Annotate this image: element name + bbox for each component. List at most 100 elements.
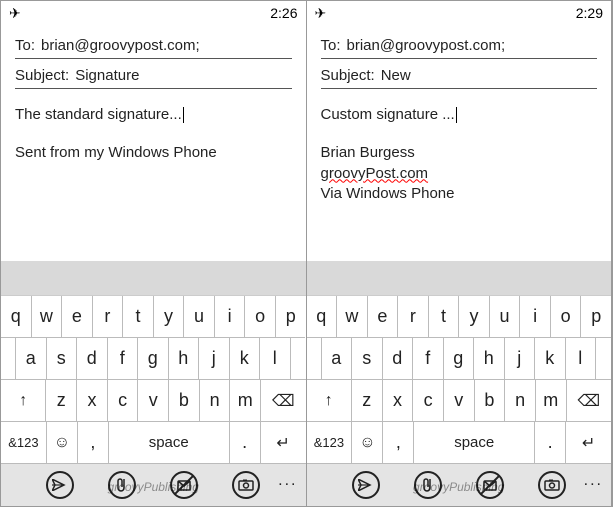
key-a[interactable]: a: [16, 338, 47, 380]
kb-row-2: a s d f g h j k l: [1, 338, 306, 380]
key-e[interactable]: e: [62, 296, 93, 338]
camera-button[interactable]: [538, 471, 566, 499]
camera-button[interactable]: [232, 471, 260, 499]
key-r[interactable]: r: [398, 296, 429, 338]
key-d[interactable]: d: [383, 338, 414, 380]
key-space[interactable]: space: [414, 422, 535, 464]
key-t[interactable]: t: [429, 296, 460, 338]
key-u[interactable]: u: [184, 296, 215, 338]
key-u[interactable]: u: [490, 296, 521, 338]
key-w[interactable]: w: [337, 296, 368, 338]
key-p[interactable]: p: [581, 296, 611, 338]
key-c[interactable]: c: [108, 380, 139, 422]
kb-row-2: a s d f g h j k l: [307, 338, 612, 380]
key-l[interactable]: l: [260, 338, 291, 380]
key-comma[interactable]: ,: [78, 422, 109, 464]
key-t[interactable]: t: [123, 296, 154, 338]
key-f[interactable]: f: [108, 338, 139, 380]
phone-right: ✈ 2:29 To: brian@groovypost.com; Subject…: [307, 1, 613, 506]
key-k[interactable]: k: [230, 338, 261, 380]
airplane-icon: ✈: [9, 5, 21, 22]
key-a[interactable]: a: [322, 338, 353, 380]
key-shift[interactable]: ↑: [307, 380, 352, 422]
key-j[interactable]: j: [199, 338, 230, 380]
key-i[interactable]: i: [215, 296, 246, 338]
key-q[interactable]: q: [1, 296, 32, 338]
suggestion-bar[interactable]: [1, 261, 306, 295]
attach-button[interactable]: [414, 471, 442, 499]
key-g[interactable]: g: [444, 338, 475, 380]
key-backspace[interactable]: ⌫: [567, 380, 611, 422]
signature-line: Brian Burgess: [321, 143, 598, 163]
signature-block: Brian Burgess groovyPost.com Via Windows…: [321, 143, 598, 204]
to-field[interactable]: To: brian@groovypost.com;: [15, 31, 292, 59]
message-body[interactable]: Custom signature ... Brian Burgess groov…: [307, 91, 612, 261]
close-button[interactable]: [170, 471, 198, 499]
key-y[interactable]: y: [459, 296, 490, 338]
app-bar: ... groovyPublishing: [1, 464, 306, 506]
app-bar: ... groovyPublishing: [307, 464, 612, 506]
key-emoji[interactable]: ☺: [47, 422, 78, 464]
key-m[interactable]: m: [230, 380, 261, 422]
key-l[interactable]: l: [566, 338, 597, 380]
key-o[interactable]: o: [245, 296, 276, 338]
kb-row-3: ↑ z x c v b n m ⌫: [1, 380, 306, 422]
suggestion-bar[interactable]: [307, 261, 612, 295]
key-period[interactable]: .: [535, 422, 566, 464]
key-x[interactable]: x: [77, 380, 108, 422]
key-e[interactable]: e: [368, 296, 399, 338]
key-k[interactable]: k: [535, 338, 566, 380]
key-enter[interactable]: ↵: [566, 422, 611, 464]
key-n[interactable]: n: [505, 380, 536, 422]
key-x[interactable]: x: [383, 380, 414, 422]
key-y[interactable]: y: [154, 296, 185, 338]
to-field[interactable]: To: brian@groovypost.com;: [321, 31, 598, 59]
key-i[interactable]: i: [520, 296, 551, 338]
key-emoji[interactable]: ☺: [352, 422, 383, 464]
key-s[interactable]: s: [47, 338, 78, 380]
key-backspace[interactable]: ⌫: [261, 380, 305, 422]
key-f[interactable]: f: [413, 338, 444, 380]
key-v[interactable]: v: [444, 380, 475, 422]
key-period[interactable]: .: [230, 422, 261, 464]
message-body[interactable]: The standard signature... Sent from my W…: [1, 91, 306, 261]
close-button[interactable]: [476, 471, 504, 499]
key-v[interactable]: v: [138, 380, 169, 422]
key-b[interactable]: b: [169, 380, 200, 422]
key-o[interactable]: o: [551, 296, 582, 338]
signature-line: Via Windows Phone: [321, 184, 598, 204]
key-enter[interactable]: ↵: [261, 422, 306, 464]
key-j[interactable]: j: [505, 338, 536, 380]
key-m[interactable]: m: [536, 380, 567, 422]
key-c[interactable]: c: [413, 380, 444, 422]
attach-button[interactable]: [108, 471, 136, 499]
key-z[interactable]: z: [46, 380, 77, 422]
key-p[interactable]: p: [276, 296, 306, 338]
key-comma[interactable]: ,: [383, 422, 414, 464]
key-r[interactable]: r: [93, 296, 124, 338]
key-h[interactable]: h: [474, 338, 505, 380]
key-d[interactable]: d: [77, 338, 108, 380]
phone-left: ✈ 2:26 To: brian@groovypost.com; Subject…: [1, 1, 307, 506]
subject-field[interactable]: Subject: New: [321, 61, 598, 89]
more-button[interactable]: ...: [278, 472, 297, 490]
key-q[interactable]: q: [307, 296, 338, 338]
key-g[interactable]: g: [138, 338, 169, 380]
key-space[interactable]: space: [109, 422, 230, 464]
key-s[interactable]: s: [352, 338, 383, 380]
send-button[interactable]: [352, 471, 380, 499]
key-z[interactable]: z: [352, 380, 383, 422]
body-text: The standard signature...: [15, 106, 182, 123]
key-symbols[interactable]: &123: [1, 422, 47, 464]
key-h[interactable]: h: [169, 338, 200, 380]
key-b[interactable]: b: [475, 380, 506, 422]
key-w[interactable]: w: [32, 296, 63, 338]
status-bar: ✈ 2:29: [307, 1, 612, 25]
send-button[interactable]: [46, 471, 74, 499]
subject-label: Subject:: [15, 67, 69, 84]
key-symbols[interactable]: &123: [307, 422, 353, 464]
key-n[interactable]: n: [200, 380, 231, 422]
subject-field[interactable]: Subject: Signature: [15, 61, 292, 89]
key-shift[interactable]: ↑: [1, 380, 46, 422]
more-button[interactable]: ...: [584, 472, 603, 490]
